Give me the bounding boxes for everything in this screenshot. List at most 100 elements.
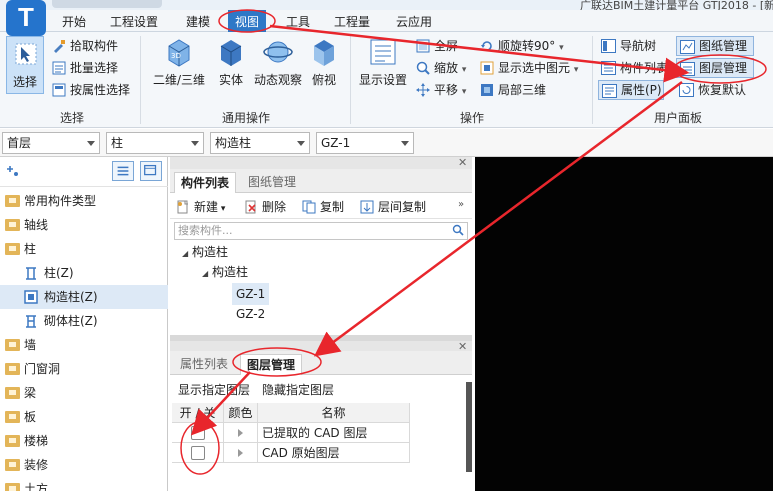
select-by-attribute-label: 按属性选择 xyxy=(70,83,131,97)
entity-button[interactable]: 实体 xyxy=(212,36,250,88)
component-list-toggle[interactable]: 构件列表 xyxy=(598,58,668,78)
batch-select-button[interactable]: 批量选择 xyxy=(52,58,118,78)
add-sparkle-icon[interactable] xyxy=(6,165,20,179)
component-tree-root[interactable]: ◢ 构造柱 xyxy=(182,241,228,263)
local-3d-button[interactable]: 局部三维 xyxy=(480,80,546,100)
show-selected-button[interactable]: 显示选中图元 ▾ xyxy=(480,58,578,78)
tree-item-slab[interactable]: 板 xyxy=(0,405,168,429)
component-search-input[interactable]: 搜索构件... xyxy=(174,222,468,240)
component-toolbar: 新建 ▾ 删除 复制 层间复制 » xyxy=(170,195,472,219)
tree-item-label: 装修 xyxy=(24,458,49,472)
tree-item-stair[interactable]: 楼梯 xyxy=(0,429,168,453)
menu-tools[interactable]: 工具 xyxy=(286,13,310,30)
hide-specified-layer-button[interactable]: 隐藏指定图层 xyxy=(262,381,334,398)
tree-item-masonry-column[interactable]: 砌体柱(Z) xyxy=(0,309,168,333)
dynamic-observe-button[interactable]: 动态观察 xyxy=(252,36,304,88)
menu-modeling[interactable]: 建模 xyxy=(186,13,210,30)
batch-select-icon xyxy=(52,61,66,75)
app-logo[interactable]: T xyxy=(6,0,46,36)
restore-default-button[interactable]: 恢复默认 xyxy=(676,80,746,100)
pan-button[interactable]: 平移 ▾ xyxy=(416,80,466,100)
menu-project-settings[interactable]: 工程设置 xyxy=(110,13,158,30)
attribute-toggle[interactable]: 属性(P) xyxy=(598,80,664,100)
show-specified-layer-button[interactable]: 显示指定图层 xyxy=(178,381,250,398)
nav-tree-label: 导航树 xyxy=(620,39,657,53)
view-2d3d-button[interactable]: 3D 二维/三维 xyxy=(150,36,208,88)
app-window: 广联达BIM土建计量平台 GTJ2018 - [新建 开始 工程设置 建模 视图… xyxy=(0,0,773,491)
new-icon xyxy=(177,200,188,214)
pick-component-label: 拾取构件 xyxy=(70,39,119,53)
tree-item-axis[interactable]: 轴线 xyxy=(0,213,168,237)
component-gz2[interactable]: GZ-2 xyxy=(236,303,265,325)
attribute-icon xyxy=(602,84,617,98)
column-header-toggle: 开 / 关 xyxy=(172,403,224,423)
tree-item-decoration[interactable]: 装修 xyxy=(0,453,168,477)
menu-start[interactable]: 开始 xyxy=(62,13,86,30)
cube-3d-icon: 3D xyxy=(168,39,190,67)
component-gz1[interactable]: GZ-1 xyxy=(232,283,270,305)
expand-arrow-icon[interactable] xyxy=(238,449,243,457)
folder-open-icon xyxy=(5,243,20,255)
layer-management-label: 图层管理 xyxy=(699,61,748,75)
tree-item-label: 土方 xyxy=(24,482,49,491)
column-header-name: 名称 xyxy=(258,403,410,423)
tree-item-wall[interactable]: 墙 xyxy=(0,333,168,357)
floor-select[interactable]: 首层 xyxy=(2,132,100,154)
panel-header xyxy=(170,157,472,169)
rotate-90-button[interactable]: 顺旋转90° ▾ xyxy=(480,36,564,56)
top-view-label: 俯视 xyxy=(311,73,336,87)
layer-toggle-checkbox[interactable] xyxy=(191,426,205,440)
select-button[interactable]: 选择 xyxy=(6,36,44,94)
layers-icon xyxy=(680,62,695,76)
panel-resize-handle[interactable] xyxy=(466,382,472,472)
component-tree-group[interactable]: ◢ 构造柱 xyxy=(202,261,248,283)
menu-quantity[interactable]: 工程量 xyxy=(334,13,370,30)
component-select[interactable]: GZ-1 xyxy=(316,132,414,154)
menu-view[interactable]: 视图 xyxy=(228,10,267,32)
filter-bar: 首层 柱 构造柱 GZ-1 xyxy=(0,129,773,157)
navigation-tree-panel: 常用构件类型 轴线 柱 柱(Z) 构造柱(Z) 砌体柱(Z) 墙 门窗洞 梁 板… xyxy=(0,157,168,491)
local-3d-icon xyxy=(481,84,493,96)
drawing-management-toggle[interactable]: 图纸管理 xyxy=(676,36,754,56)
fullscreen-button[interactable]: 全屏 xyxy=(416,36,458,56)
tree-item-column-z[interactable]: 柱(Z) xyxy=(0,261,168,285)
layer-toggle-checkbox[interactable] xyxy=(191,446,205,460)
tree-item-door-window[interactable]: 门窗洞 xyxy=(0,357,168,381)
floor-copy-button[interactable]: 层间复制 xyxy=(360,198,426,216)
tree-item-earthwork[interactable]: 土方 xyxy=(0,477,168,491)
tab-component-list[interactable]: 构件列表 xyxy=(174,172,237,193)
close-icon[interactable]: ✕ xyxy=(458,156,467,169)
zoom-button[interactable]: 缩放 ▾ xyxy=(416,58,466,78)
tab-layer-management[interactable]: 图层管理 xyxy=(240,354,303,375)
search-icon[interactable] xyxy=(452,224,464,236)
more-icon[interactable]: » xyxy=(458,199,464,210)
layer-management-toggle[interactable]: 图层管理 xyxy=(676,58,754,78)
folder-icon xyxy=(5,483,20,491)
tree-item-column[interactable]: 柱 xyxy=(0,237,168,261)
new-button[interactable]: 新建 ▾ xyxy=(176,198,225,216)
display-settings-button[interactable]: 显示设置 xyxy=(356,36,410,88)
quick-access-toolbar[interactable] xyxy=(52,0,162,8)
tree-item-beam[interactable]: 梁 xyxy=(0,381,168,405)
delete-button[interactable]: 删除 xyxy=(244,198,286,216)
type-select[interactable]: 构造柱 xyxy=(210,132,310,154)
tab-attribute-list[interactable]: 属性列表 xyxy=(174,354,234,375)
layer-row-1-toggle-cell xyxy=(172,423,224,443)
select-group-label: 选择 xyxy=(60,111,85,125)
select-by-attribute-button[interactable]: 按属性选择 xyxy=(52,80,130,100)
copy-button[interactable]: 复制 xyxy=(302,198,344,216)
nav-tree-toggle[interactable]: 导航树 xyxy=(598,36,656,56)
expand-arrow-icon[interactable] xyxy=(238,429,243,437)
tree-item-label: 门窗洞 xyxy=(24,362,61,376)
tree-item-construction-column[interactable]: 构造柱(Z) xyxy=(0,285,168,309)
drawing-canvas[interactable] xyxy=(475,157,773,491)
top-view-button[interactable]: 俯视 xyxy=(308,36,340,88)
tab-drawing-management[interactable]: 图纸管理 xyxy=(242,172,302,193)
pick-component-button[interactable]: 拾取构件 xyxy=(52,36,118,56)
category-select[interactable]: 柱 xyxy=(106,132,204,154)
rotate-90-label: 顺旋转90° xyxy=(498,39,556,53)
list-view-button[interactable] xyxy=(112,161,134,181)
menu-cloud[interactable]: 云应用 xyxy=(396,13,432,30)
tree-item-common-types[interactable]: 常用构件类型 xyxy=(0,189,168,213)
card-view-button[interactable] xyxy=(140,161,162,181)
